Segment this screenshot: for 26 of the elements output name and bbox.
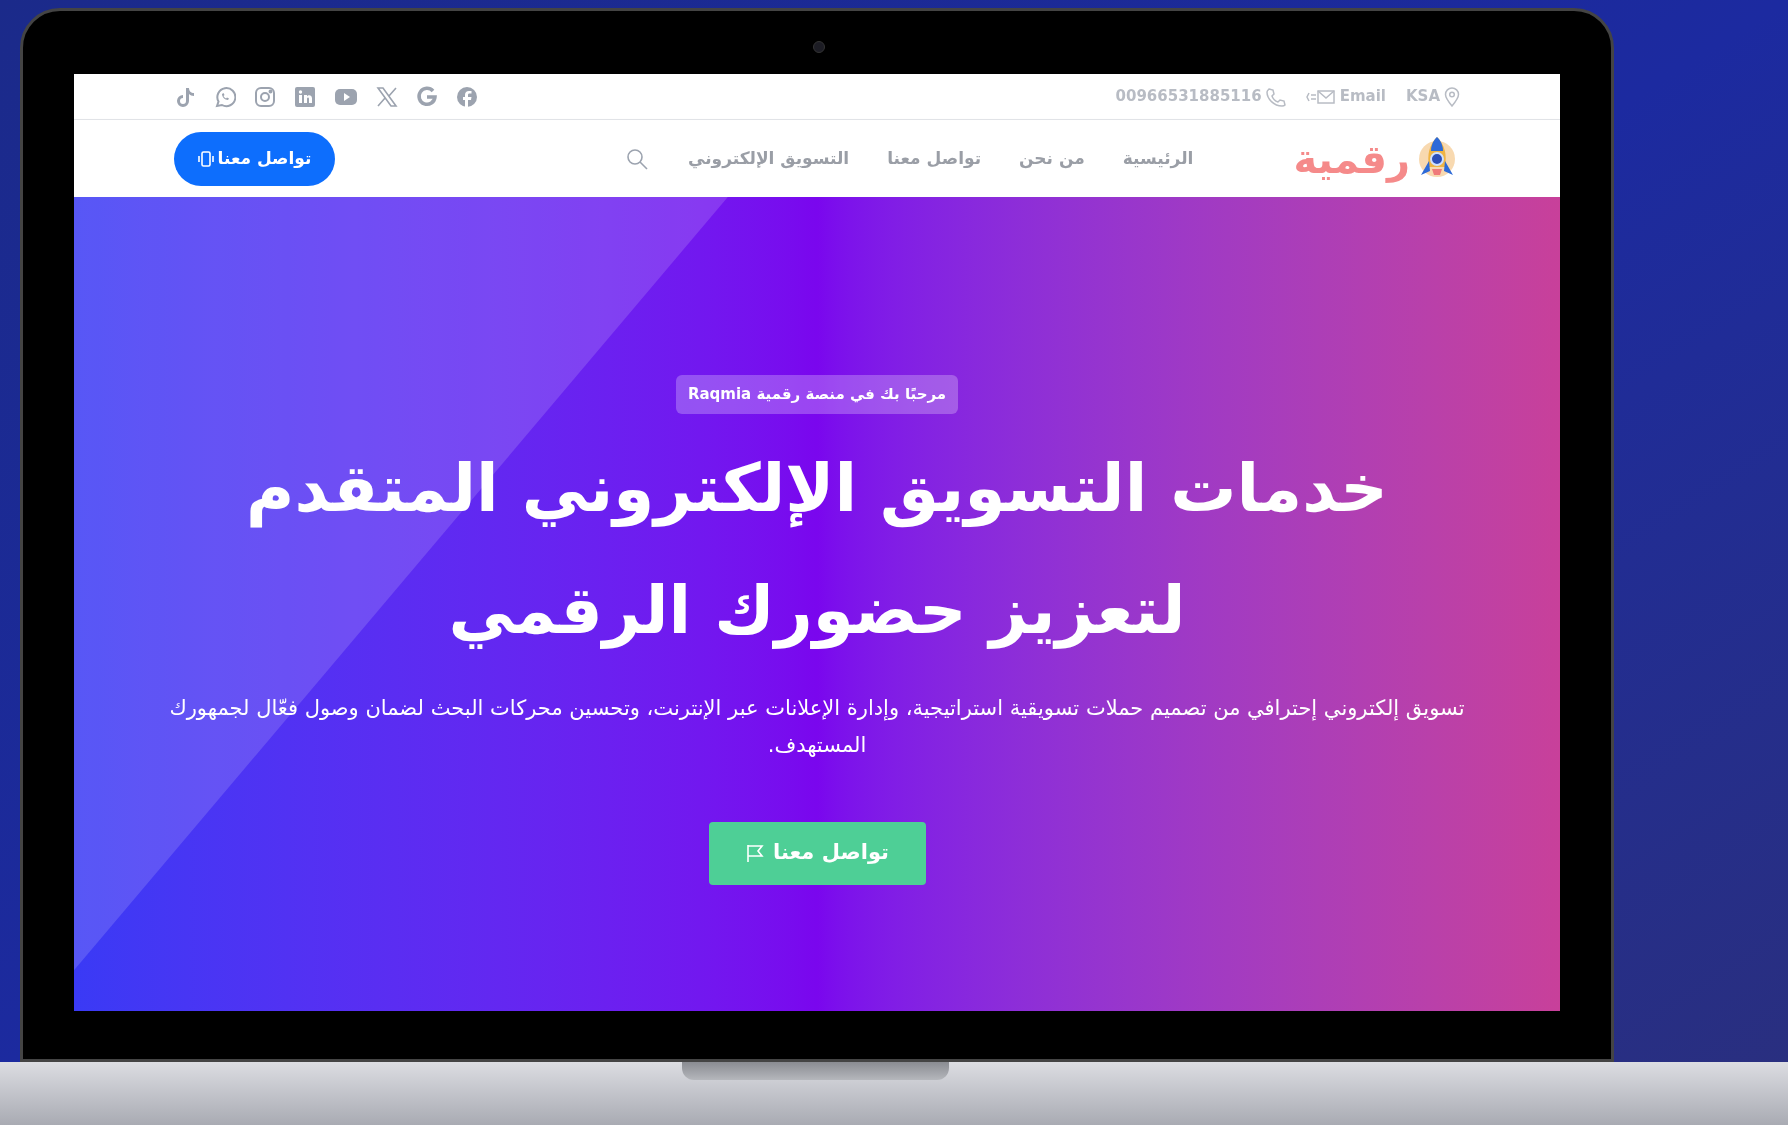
search-icon[interactable] bbox=[626, 147, 649, 170]
nav-link[interactable]: من نحن bbox=[1019, 145, 1085, 172]
location-pin-icon bbox=[1444, 86, 1460, 107]
phone-link[interactable]: 00966531885116 bbox=[1115, 85, 1262, 108]
whatsapp-icon[interactable] bbox=[214, 85, 236, 108]
email-link[interactable]: Email bbox=[1339, 85, 1386, 108]
hero-description: تسويق إلكتروني إحترافي من تصميم حملات تسويقية استراتيجية، وإدارة الإعلانات عبر الإنترنت، وتحسين محركات البحث لضمان وصول فعّال لجمهورك المستهدف. bbox=[168, 694, 1466, 759]
nav-link[interactable]: الرئيسية bbox=[1122, 145, 1194, 172]
phone-icon bbox=[1265, 86, 1286, 107]
x-icon[interactable] bbox=[376, 85, 398, 108]
welcome-badge: مرحبًا بك في منصة رقمية Raqmia bbox=[675, 375, 959, 414]
location-text: KSA bbox=[1405, 86, 1440, 108]
phone-vibrate-icon bbox=[197, 149, 214, 168]
contact-button[interactable]: تواصل معنا bbox=[174, 131, 335, 186]
instagram-icon[interactable] bbox=[254, 85, 276, 108]
google-icon[interactable] bbox=[416, 85, 438, 108]
facebook-icon[interactable] bbox=[456, 85, 478, 108]
nav-link[interactable]: التسويق الإلكتروني bbox=[688, 145, 850, 172]
hero-heading: خدمات التسويق الإلكتروني المتقدم لتعزيز حضورك الرقمي bbox=[245, 448, 1389, 651]
youtube-icon[interactable] bbox=[334, 87, 358, 106]
linkedin-icon[interactable] bbox=[294, 85, 316, 108]
envelope-icon bbox=[1305, 88, 1336, 105]
tiktok-icon[interactable] bbox=[174, 85, 196, 108]
nav-link[interactable]: تواصل معنا bbox=[887, 145, 982, 172]
flag-icon bbox=[745, 843, 766, 863]
contact-button[interactable]: تواصل معنا bbox=[708, 821, 926, 885]
